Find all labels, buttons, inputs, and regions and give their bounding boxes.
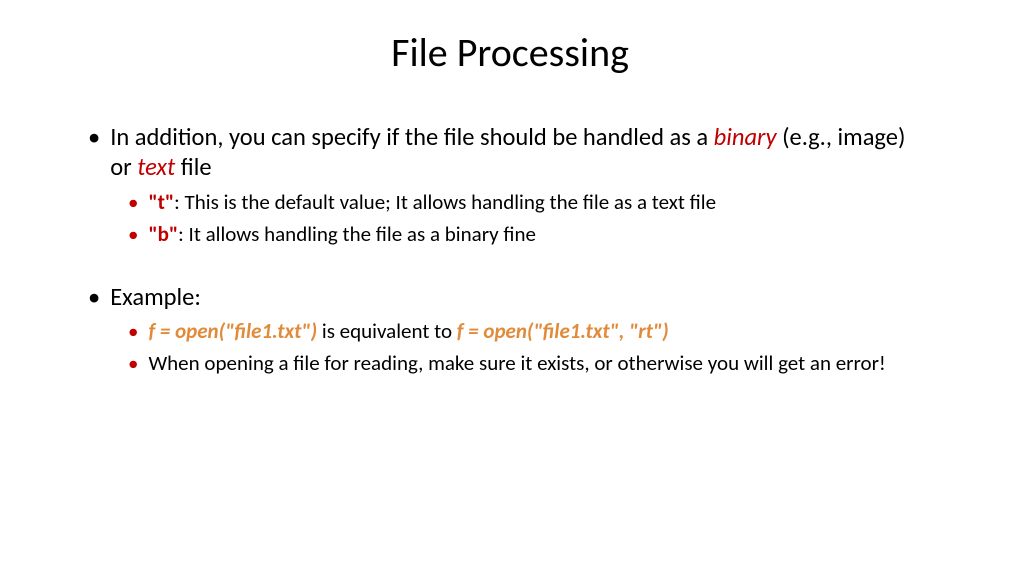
bullet-text: When opening a file for reading, make su… xyxy=(148,350,932,377)
bullet-level2: • "b": It allows handling the file as a … xyxy=(128,221,932,248)
bullet-level1: • In addition, you can specify if the fi… xyxy=(88,123,932,183)
bullet-marker: • xyxy=(128,350,138,377)
mode-t: "t" xyxy=(148,189,174,215)
keyword-text: text xyxy=(137,152,175,182)
slide-title: File Processing xyxy=(88,28,932,77)
bullet-level2: • f = open("file1.txt") is equivalent to… xyxy=(128,318,932,345)
bullet-marker: • xyxy=(128,221,138,248)
code-open-default: f = open("file1.txt") xyxy=(148,318,317,344)
bullet-marker: • xyxy=(128,318,138,345)
bullet-level1: • Example: xyxy=(88,283,932,313)
mode-b: "b" xyxy=(148,221,178,247)
bullet-text: In addition, you can specify if the file… xyxy=(110,123,932,183)
keyword-binary: binary xyxy=(714,122,777,152)
bullet-level2: • When opening a file for reading, make … xyxy=(128,350,932,377)
bullet-text: Example: xyxy=(110,283,932,313)
bullet-marker: • xyxy=(88,123,100,183)
bullet-text: f = open("file1.txt") is equivalent to f… xyxy=(148,318,932,345)
code-open-rt: f = open("file1.txt", "rt") xyxy=(457,318,669,344)
bullet-marker: • xyxy=(128,189,138,216)
bullet-text: "t": This is the default value; It allow… xyxy=(148,189,932,216)
bullet-text: "b": It allows handling the file as a bi… xyxy=(148,221,932,248)
bullet-level2: • "t": This is the default value; It all… xyxy=(128,189,932,216)
bullet-marker: • xyxy=(88,283,100,313)
slide-body: • In addition, you can specify if the fi… xyxy=(88,123,932,377)
